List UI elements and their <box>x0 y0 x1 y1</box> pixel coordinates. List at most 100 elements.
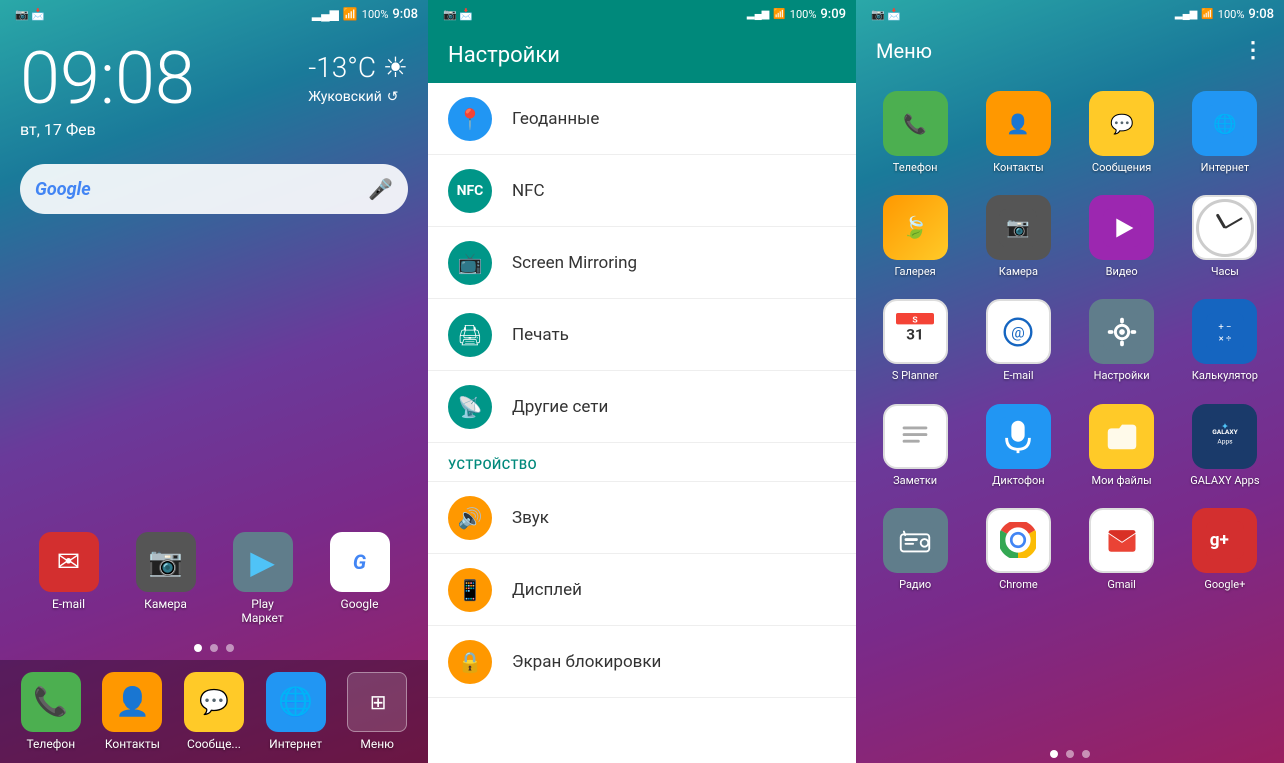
messages-icon: 💬 <box>199 688 229 716</box>
dock-messages[interactable]: 💬 Сообще... <box>174 672 254 751</box>
dock-phone-label: Телефон <box>26 737 75 751</box>
menu-app-googleplus[interactable]: g+ Google+ <box>1176 500 1274 599</box>
dock-internet[interactable]: 🌐 Интернет <box>256 672 336 751</box>
menu-app-contacts[interactable]: 👤 Контакты <box>969 83 1067 182</box>
home-weather-widget[interactable]: -13°C ☀ Жуковский ↺ <box>308 43 408 105</box>
settings-item-sound[interactable]: 🔊 Звук <box>428 482 856 554</box>
settings-item-nfc[interactable]: NFC NFC <box>428 155 856 227</box>
mirroring-icon: 📺 <box>448 241 492 285</box>
mic-icon[interactable]: 🎤 <box>368 177 393 201</box>
dock-contacts[interactable]: 👤 Контакты <box>92 672 172 751</box>
menu-recorder-label: Диктофон <box>992 474 1045 487</box>
play-icon-box: ▶ <box>233 532 293 592</box>
home-refresh-icon[interactable]: ↺ <box>387 89 399 105</box>
menu-clock-icon <box>1192 195 1257 260</box>
settings-item-othernets[interactable]: 📡 Другие сети <box>428 371 856 443</box>
svg-text:👤: 👤 <box>1007 112 1031 135</box>
svg-text:Apps: Apps <box>1217 438 1233 446</box>
menu-app-grid: 📞 Телефон 👤 Контакты 💬 Сообщения 🌐 Интер… <box>856 73 1284 740</box>
google-icon: G <box>353 550 366 574</box>
menu-status-bar: 📷 📩 ▂▄▆ 📶 100% 9:08 <box>856 0 1284 28</box>
menu-email-label: E-mail <box>1003 369 1033 382</box>
lockscreen-icon: 🔒 <box>448 640 492 684</box>
home-clock: 09:08 <box>20 43 195 115</box>
geo-icon: 📍 <box>448 97 492 141</box>
menu-calc-label: Калькулятор <box>1192 369 1258 382</box>
settings-section-device: УСТРОЙСТВО <box>428 443 856 482</box>
camera-label: Камера <box>144 597 187 611</box>
menu-galaxyapps-icon: GALAXY Apps ✦ <box>1192 404 1257 469</box>
menu-gmail-label: Gmail <box>1107 578 1135 591</box>
google-label: Google <box>341 597 379 611</box>
dock-menu-icon: ⊞ <box>347 672 407 732</box>
menu-clock-label: Часы <box>1211 265 1239 278</box>
home-city: Жуковский ↺ <box>308 89 408 105</box>
google-icon-box: G <box>330 532 390 592</box>
menu-chrome-icon <box>986 508 1051 573</box>
settings-item-mirroring[interactable]: 📺 Screen Mirroring <box>428 227 856 299</box>
app-shortcut-play[interactable]: ▶ PlayМаркет <box>223 532 303 626</box>
settings-screen: 📷 📩 ▂▄▆ 📶 100% 9:09 Настройки 📍 Геоданны… <box>428 0 856 763</box>
google-search-bar[interactable]: Google 🎤 <box>20 164 408 214</box>
menu-splanner-icon: S 31 <box>883 299 948 364</box>
menu-app-galaxyapps[interactable]: GALAXY Apps ✦ GALAXY Apps <box>1176 396 1274 495</box>
menu-phone-icon: 📞 <box>883 91 948 156</box>
menu-notes-icon <box>883 404 948 469</box>
menu-email-icon: @ <box>986 299 1051 364</box>
menu-app-recorder[interactable]: Диктофон <box>969 396 1067 495</box>
menu-video-icon <box>1089 195 1154 260</box>
menu-app-gallery[interactable]: 🍃 Галерея <box>866 187 964 286</box>
menu-battery: 100% <box>1218 8 1245 21</box>
dock-menu-label: Меню <box>360 737 394 751</box>
svg-text:g+: g+ <box>1210 531 1229 551</box>
home-dot-3 <box>226 644 234 652</box>
menu-internet-icon: 🌐 <box>1192 91 1257 156</box>
menu-notes-label: Заметки <box>893 474 937 487</box>
menu-app-gmail[interactable]: Gmail <box>1073 500 1171 599</box>
menu-app-camera[interactable]: 📷 Камера <box>969 187 1067 286</box>
app-shortcut-camera[interactable]: 📷 Камера <box>126 532 206 626</box>
settings-item-lockscreen[interactable]: 🔒 Экран блокировки <box>428 626 856 698</box>
menu-app-splanner[interactable]: S 31 S Planner <box>866 291 964 390</box>
menu-app-email[interactable]: @ E-mail <box>969 291 1067 390</box>
settings-item-geo[interactable]: 📍 Геоданные <box>428 83 856 155</box>
settings-item-display[interactable]: 📱 Дисплей <box>428 554 856 626</box>
svg-text:📷: 📷 <box>1007 215 1031 238</box>
menu-dot-1 <box>1050 750 1058 758</box>
menu-app-settings[interactable]: Настройки <box>1073 291 1171 390</box>
menu-app-internet[interactable]: 🌐 Интернет <box>1176 83 1274 182</box>
lockscreen-label: Экран блокировки <box>512 652 661 672</box>
menu-wifi: 📶 <box>1201 9 1213 20</box>
menu-app-notes[interactable]: Заметки <box>866 396 964 495</box>
dock-menu[interactable]: ⊞ Меню <box>337 672 417 751</box>
menu-app-chrome[interactable]: Chrome <box>969 500 1067 599</box>
dock-internet-icon: 🌐 <box>266 672 326 732</box>
dock-messages-label: Сообще... <box>187 737 241 751</box>
menu-camera-label: Камера <box>999 265 1038 278</box>
menu-more-icon[interactable]: ⋮ <box>1242 38 1264 63</box>
menu-app-calc[interactable]: + − × ÷ Калькулятор <box>1176 291 1274 390</box>
menu-app-radio[interactable]: Радио <box>866 500 964 599</box>
menu-radio-icon <box>883 508 948 573</box>
dock-phone[interactable]: 📞 Телефон <box>11 672 91 751</box>
home-page-dots <box>0 636 428 660</box>
menu-screen: 📷 📩 ▂▄▆ 📶 100% 9:08 Меню ⋮ 📞 Телефон 👤 К… <box>856 0 1284 763</box>
email-label: E-mail <box>52 597 85 611</box>
app-shortcut-email[interactable]: ✉ E-mail <box>29 532 109 626</box>
othernets-label: Другие сети <box>512 397 608 417</box>
menu-app-phone[interactable]: 📞 Телефон <box>866 83 964 182</box>
menu-app-messages[interactable]: 💬 Сообщения <box>1073 83 1171 182</box>
app-shortcut-google[interactable]: G Google <box>320 532 400 626</box>
home-app-shortcuts: ✉ E-mail 📷 Камера ▶ PlayМаркет G Google <box>0 522 428 636</box>
nfc-label: NFC <box>512 181 545 201</box>
menu-app-myfiles[interactable]: Мои файлы <box>1073 396 1171 495</box>
othernets-icon: 📡 <box>448 385 492 429</box>
email-icon-box: ✉ <box>39 532 99 592</box>
menu-app-clock[interactable]: Часы <box>1176 187 1274 286</box>
sound-label: Звук <box>512 508 549 528</box>
menu-contacts-icon: 👤 <box>986 91 1051 156</box>
svg-text:🍃: 🍃 <box>902 214 928 240</box>
google-logo: Google <box>35 179 91 200</box>
settings-item-print[interactable]: 🖨 Печать <box>428 299 856 371</box>
menu-app-video[interactable]: Видео <box>1073 187 1171 286</box>
